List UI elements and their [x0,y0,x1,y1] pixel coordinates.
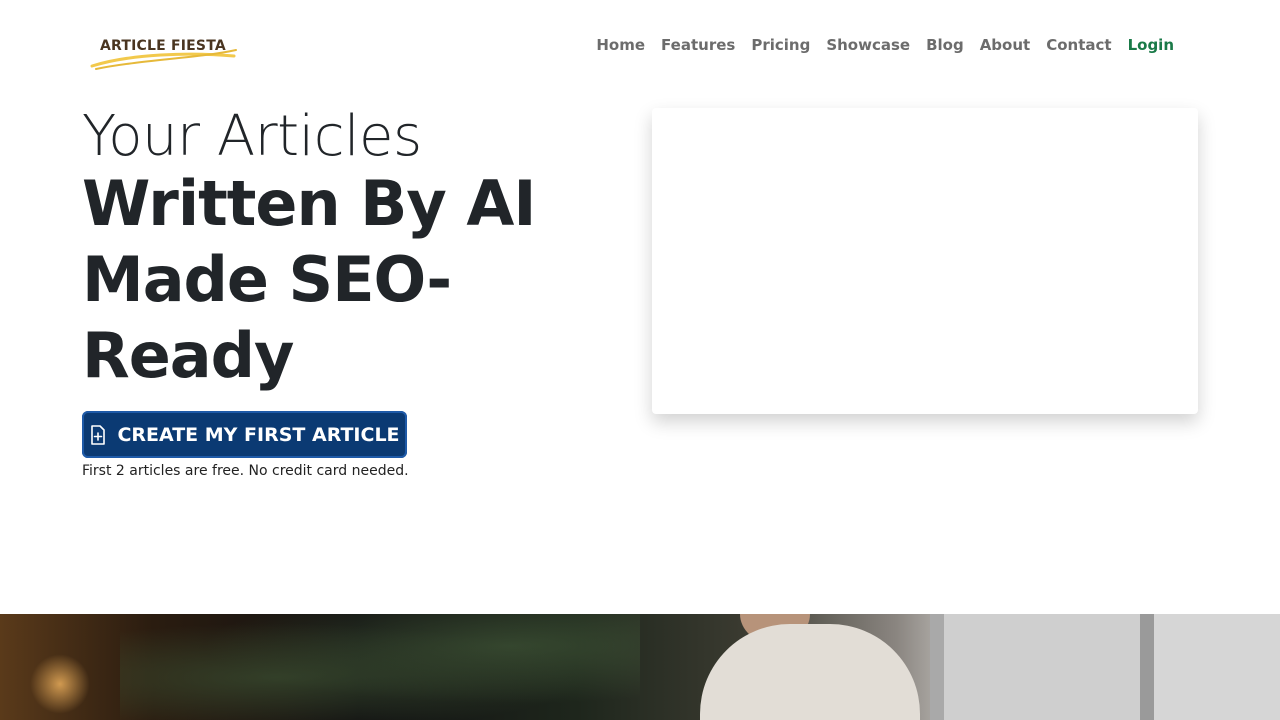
nav-blog[interactable]: Blog [926,36,964,54]
file-plus-icon [91,424,106,445]
logo-swoosh-icon [90,49,237,70]
nav-showcase[interactable]: Showcase [826,36,910,54]
nav-features[interactable]: Features [661,36,735,54]
nav-about[interactable]: About [980,36,1031,54]
lamp-glow [30,654,90,714]
hero-media-card [652,108,1198,414]
hero-subtitle: Your Articles [82,104,422,169]
cta-label: CREATE MY FIRST ARTICLE [117,423,400,446]
nav-contact[interactable]: Contact [1046,36,1111,54]
nav-login[interactable]: Login [1128,36,1174,54]
top-navigation: Home Features Pricing Showcase Blog Abou… [596,36,1174,54]
brand-logo[interactable]: ARTICLE FIESTA [90,34,240,74]
window-frame [930,614,1280,720]
nav-home[interactable]: Home [596,36,645,54]
background-photo [0,614,1280,720]
nav-pricing[interactable]: Pricing [751,36,810,54]
plant-foliage [120,614,640,720]
person-shirt [700,624,920,720]
free-trial-note: First 2 articles are free. No credit car… [82,463,409,479]
hero-title: Written By AI Made SEO-Ready [82,167,536,392]
create-first-article-button[interactable]: CREATE MY FIRST ARTICLE [82,411,407,458]
